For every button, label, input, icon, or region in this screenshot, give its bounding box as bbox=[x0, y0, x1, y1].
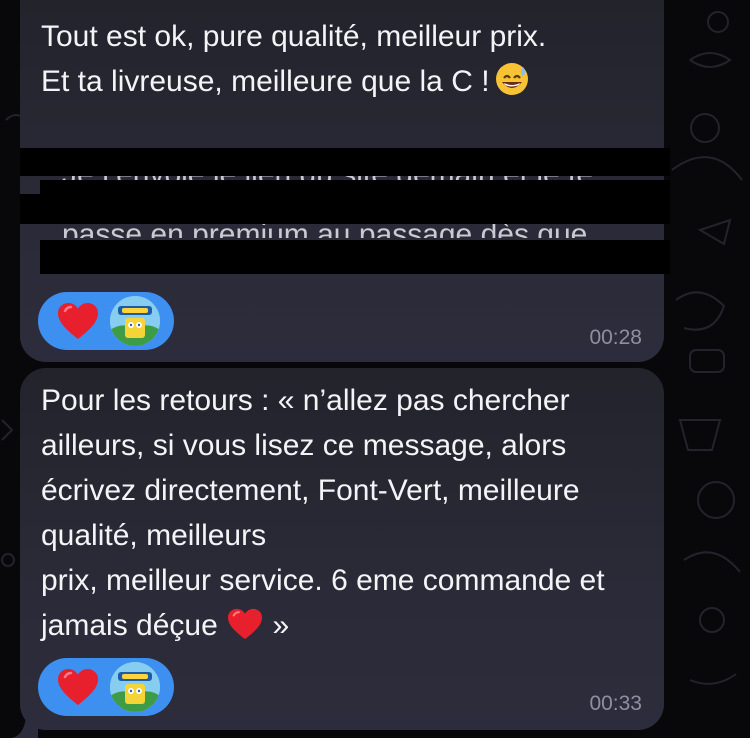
message-text: Pour les retours : « n’allez pas cherche… bbox=[41, 384, 605, 642]
avatar bbox=[110, 296, 160, 346]
obscured-text-fragment: passe en premium au passage dès que bbox=[62, 222, 662, 238]
message-timestamp: 00:28 bbox=[589, 326, 642, 349]
avatar bbox=[110, 662, 160, 712]
reaction-pill[interactable] bbox=[38, 658, 174, 716]
redaction-bar bbox=[20, 148, 670, 176]
heart-icon bbox=[58, 669, 98, 705]
message-timestamp: 00:33 bbox=[589, 692, 642, 715]
redaction-bar bbox=[40, 240, 670, 274]
message-bubble[interactable]: Pour les retours : « n’allez pas cherche… bbox=[20, 368, 664, 730]
message-text: Tout est ok, pure qualité, meilleur prix… bbox=[41, 20, 547, 98]
bubble-tail bbox=[12, 712, 38, 738]
message-bubble[interactable]: Tout est ok, pure qualité, meilleur prix… bbox=[20, 0, 670, 362]
heart-icon bbox=[58, 303, 98, 339]
red-heart-icon bbox=[228, 608, 263, 640]
redaction-bar bbox=[20, 194, 670, 224]
reaction-pill[interactable] bbox=[38, 292, 174, 350]
grinning-face-with-sweat-icon bbox=[495, 63, 528, 95]
